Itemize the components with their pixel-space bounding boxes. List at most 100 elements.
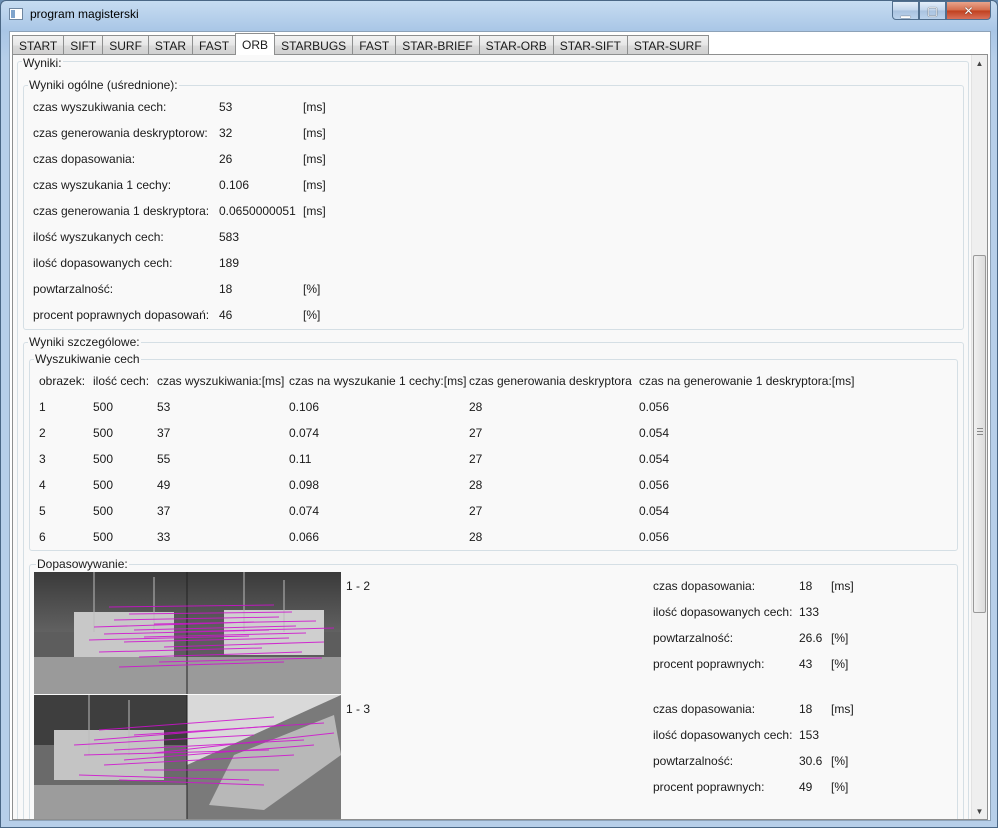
cell-descriptor-time: 27 — [469, 452, 483, 466]
general-row-label: ilość dopasowanych cech: — [33, 256, 173, 270]
general-row-value: 189 — [219, 256, 240, 270]
results-scroll-area[interactable]: Wyniki: Wyniki ogólne (uśrednione): czas… — [13, 55, 973, 819]
scrollbar-thumb[interactable] — [973, 255, 986, 613]
cell-feature-count: 500 — [93, 504, 114, 518]
column-header: ilość cech: — [93, 374, 150, 388]
stat-value: 43 — [799, 657, 813, 671]
stat-unit: [%] — [831, 754, 849, 768]
general-results-label: Wyniki ogólne (uśrednione): — [28, 78, 179, 92]
match-image-1-3 — [34, 695, 341, 819]
stat-label: czas dopasowania: — [653, 579, 756, 593]
stat-label: procent poprawnych: — [653, 780, 765, 794]
general-row-unit: [%] — [303, 282, 321, 296]
stat-label: ilość dopasowanych cech: — [653, 605, 793, 619]
cell-detect-time: 33 — [157, 530, 171, 544]
stat-label: powtarzalność: — [653, 631, 734, 645]
general-row-value: 46 — [219, 308, 233, 322]
cell-time-per-feature: 0.074 — [289, 426, 320, 440]
stat-unit: [ms] — [831, 702, 854, 716]
cell-time-per-descriptor: 0.054 — [639, 426, 670, 440]
app-icon — [9, 8, 23, 20]
stat-value: 18 — [799, 579, 813, 593]
vertical-scrollbar[interactable]: ▲ ▼ — [971, 55, 987, 819]
tab-star[interactable]: STAR — [147, 35, 194, 55]
cell-image: 4 — [39, 478, 46, 492]
stat-unit: [ms] — [831, 579, 854, 593]
general-row-label: ilość wyszukanych cech: — [33, 230, 164, 244]
minimize-button[interactable]: ▁ — [892, 1, 919, 20]
cell-time-per-feature: 0.11 — [289, 452, 312, 466]
general-row-label: czas generowania 1 deskryptora: — [33, 204, 210, 218]
tab-surf[interactable]: SURF — [102, 35, 149, 55]
tab-bar: START SIFT SURF STAR FAST ORB STARBUGS F… — [12, 33, 709, 55]
general-row-value: 0.0650000051 — [219, 204, 296, 218]
cell-image: 1 — [39, 400, 46, 414]
cell-descriptor-time: 28 — [469, 400, 483, 414]
detection-label: Wyszukiwanie cech — [34, 352, 141, 366]
tab-star-sift[interactable]: STAR-SIFT — [552, 35, 628, 55]
cell-detect-time: 37 — [157, 426, 171, 440]
general-row-unit: [ms] — [303, 178, 326, 192]
match-image-1-2 — [34, 572, 341, 694]
cell-time-per-feature: 0.106 — [289, 400, 320, 414]
cell-image: 5 — [39, 504, 46, 518]
general-row-value: 32 — [219, 126, 233, 140]
cell-detect-time: 37 — [157, 504, 171, 518]
maximize-button[interactable]: ▢ — [919, 1, 946, 20]
tab-start[interactable]: START — [12, 35, 65, 55]
stat-label: czas dopasowania: — [653, 702, 756, 716]
tab-star-brief[interactable]: STAR-BRIEF — [395, 35, 480, 55]
detailed-results-label: Wyniki szczególowe: — [28, 335, 141, 349]
scroll-down-button[interactable]: ▼ — [972, 803, 987, 819]
general-row-label: czas wyszukiwania cech: — [33, 100, 167, 114]
stat-value: 18 — [799, 702, 813, 716]
cell-feature-count: 500 — [93, 530, 114, 544]
window-title: program magisterski — [30, 7, 139, 21]
cell-descriptor-time: 28 — [469, 530, 483, 544]
scroll-down-icon: ▼ — [975, 806, 984, 816]
tab-fast[interactable]: FAST — [192, 35, 237, 55]
title-bar[interactable]: program magisterski ▁ ▢ ✕ — [1, 1, 997, 29]
scroll-up-button[interactable]: ▲ — [972, 55, 987, 71]
results-label: Wyniki: — [22, 56, 63, 70]
cell-image: 3 — [39, 452, 46, 466]
stat-value: 133 — [799, 605, 820, 619]
cell-time-per-descriptor: 0.056 — [639, 478, 670, 492]
cell-time-per-descriptor: 0.054 — [639, 452, 670, 466]
cell-image: 2 — [39, 426, 46, 440]
close-button[interactable]: ✕ — [946, 1, 991, 20]
general-row-unit: [ms] — [303, 126, 326, 140]
client-area: START SIFT SURF STAR FAST ORB STARBUGS F… — [9, 31, 991, 821]
tab-orb[interactable]: ORB — [235, 33, 276, 55]
general-row-unit: [%] — [303, 308, 321, 322]
stat-value: 153 — [799, 728, 820, 742]
general-row-label: powtarzalność: — [33, 282, 114, 296]
match-pair-label: 1 - 3 — [346, 702, 371, 716]
stat-label: procent poprawnych: — [653, 657, 765, 671]
stat-unit: [%] — [831, 780, 849, 794]
tab-fast-2[interactable]: FAST — [352, 35, 397, 55]
cell-feature-count: 500 — [93, 478, 114, 492]
column-header: czas na wyszukanie 1 cechy:[ms] — [289, 374, 467, 388]
match-pair-label: 1 - 2 — [346, 579, 371, 593]
scroll-up-icon: ▲ — [975, 58, 984, 68]
general-row-label: czas wyszukania 1 cechy: — [33, 178, 172, 192]
general-row-label: czas dopasowania: — [33, 152, 136, 166]
general-row-value: 26 — [219, 152, 233, 166]
general-row-unit: [ms] — [303, 204, 326, 218]
stat-value: 49 — [799, 780, 813, 794]
tab-sift[interactable]: SIFT — [63, 35, 104, 55]
tab-panel-orb: Wyniki: Wyniki ogólne (uśrednione): czas… — [12, 54, 988, 820]
stat-unit: [%] — [831, 657, 849, 671]
stat-label: powtarzalność: — [653, 754, 734, 768]
tab-starbugs[interactable]: STARBUGS — [274, 35, 354, 55]
tab-star-surf[interactable]: STAR-SURF — [626, 35, 709, 55]
grip-icon — [977, 428, 983, 435]
general-row-value: 18 — [219, 282, 233, 296]
stat-label: ilość dopasowanych cech: — [653, 728, 793, 742]
tab-star-orb[interactable]: STAR-ORB — [478, 35, 554, 55]
general-row-value: 583 — [219, 230, 240, 244]
cell-detect-time: 55 — [157, 452, 171, 466]
cell-time-per-descriptor: 0.054 — [639, 504, 670, 518]
cell-time-per-feature: 0.066 — [289, 530, 320, 544]
